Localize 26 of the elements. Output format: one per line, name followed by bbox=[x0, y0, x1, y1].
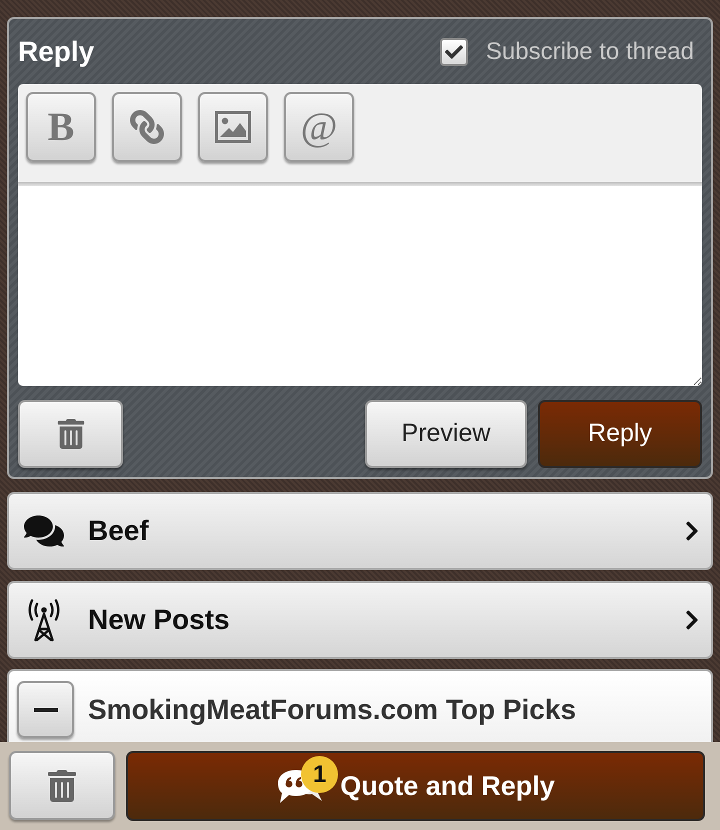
form-title: Reply bbox=[18, 34, 94, 69]
button-label: Quote and Reply bbox=[340, 770, 555, 803]
nav-link[interactable]: New Posts bbox=[7, 581, 713, 659]
minus-icon bbox=[34, 708, 58, 712]
link-button[interactable] bbox=[112, 92, 182, 162]
nav-label: New Posts bbox=[88, 603, 230, 637]
editor-field[interactable] bbox=[18, 186, 702, 386]
delete-button[interactable] bbox=[18, 400, 123, 468]
trash-icon bbox=[56, 419, 86, 449]
nav-label: Beef bbox=[88, 514, 149, 548]
link-icon bbox=[130, 110, 164, 144]
delete-button[interactable] bbox=[9, 751, 115, 820]
quote-reply-button[interactable]: 1 Quote and Reply bbox=[126, 751, 705, 821]
bold-button[interactable]: B bbox=[26, 92, 96, 162]
subscribe-label: Subscribe to thread bbox=[486, 36, 694, 66]
subscribe-checkbox[interactable] bbox=[440, 38, 468, 66]
nav-link[interactable]: Beef bbox=[7, 492, 713, 570]
collapse-button[interactable] bbox=[17, 681, 74, 738]
preview-button[interactable]: Preview bbox=[365, 400, 527, 468]
section-title: SmokingMeatForums.com Top Picks bbox=[88, 692, 576, 727]
trash-icon bbox=[46, 770, 78, 802]
reply-button[interactable]: Reply bbox=[538, 400, 702, 468]
count-badge: 1 bbox=[301, 756, 338, 793]
check-icon bbox=[444, 42, 463, 60]
image-button[interactable] bbox=[198, 92, 268, 162]
image-icon bbox=[215, 111, 251, 143]
